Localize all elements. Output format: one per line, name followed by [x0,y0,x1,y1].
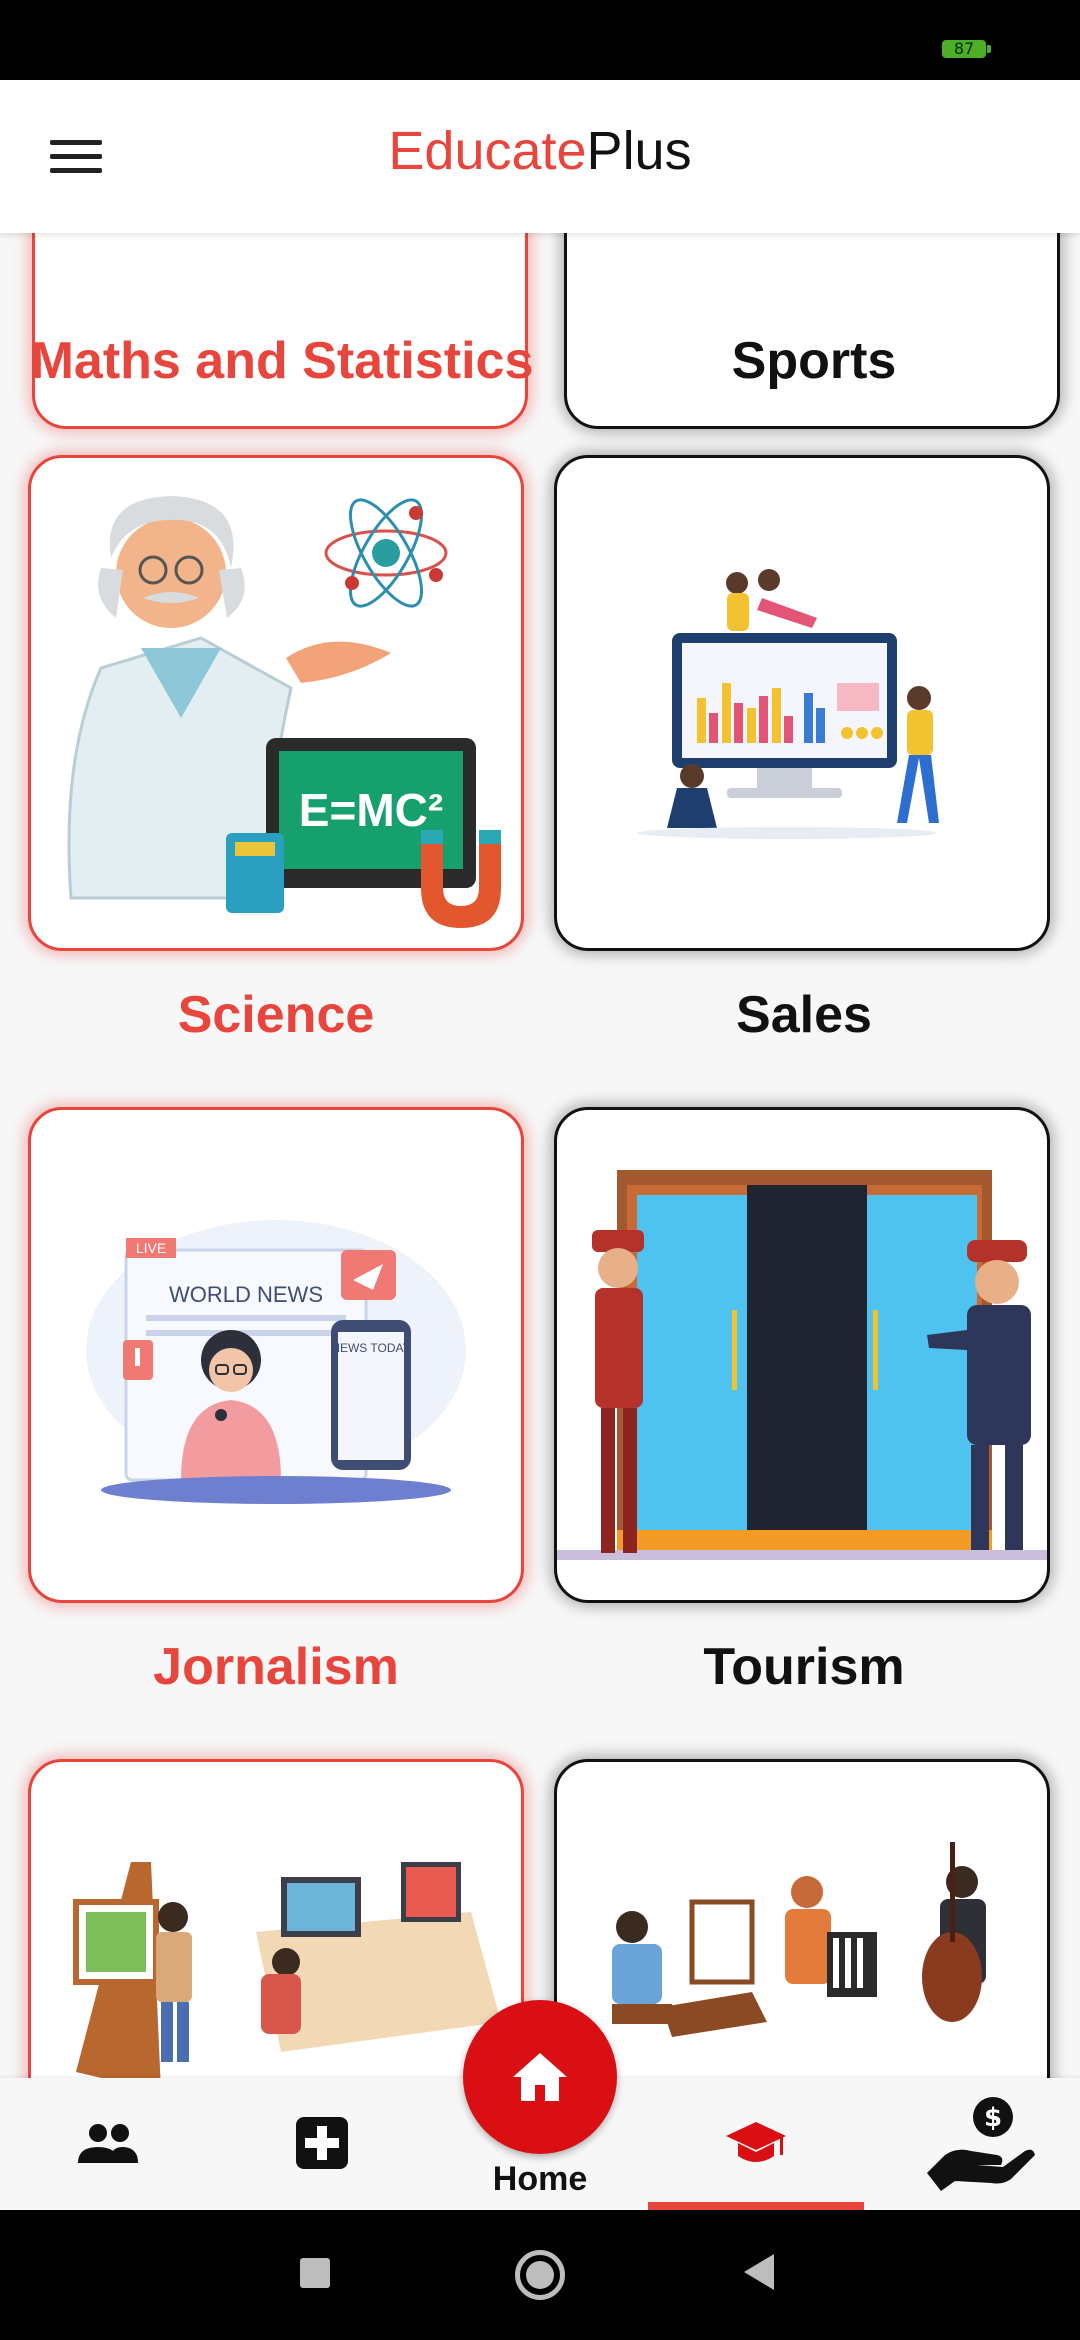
category-label-maths: Maths and Statistics [30,332,534,390]
category-label-sports: Sports [731,332,897,390]
app-bar: EducatePlus [0,80,1080,233]
medical-cross-icon[interactable] [262,2098,382,2188]
tourism-illustration [557,1170,1047,1560]
sales-illustration [637,569,939,839]
status-bar: 87 [0,0,1080,80]
home-button[interactable] [463,2000,617,2154]
back-button[interactable] [744,2254,774,2290]
category-label-sales: Sales [736,986,872,1044]
category-card-sales[interactable] [554,455,1050,951]
home-icon [513,2053,567,2101]
category-card-tourism[interactable] [554,1107,1050,1603]
medical-cross-glyph [296,2117,348,2169]
app-title-part2: Plus [586,121,692,181]
money-hand-glyph: $ [927,2097,1035,2191]
active-tab-indicator [648,2202,864,2210]
system-navigation-bar [0,2210,1080,2340]
music-illustration [612,1842,986,2037]
battery-icon: 87 [942,40,991,58]
graduation-cap-icon[interactable] [696,2098,816,2188]
category-label-jornalism: Jornalism [153,1638,399,1696]
formula-text: E=MC² [299,784,443,836]
live-badge-text: LIVE [136,1240,166,1256]
svg-text:$: $ [984,2103,1002,2133]
app-title: EducatePlus [0,120,1080,182]
category-card-science[interactable]: E=MC² [28,455,524,951]
category-card-arts[interactable] [28,1759,524,2078]
app-title-part1: Educate [388,121,587,181]
recents-button[interactable] [300,2258,330,2288]
journalism-illustration: LIVE WORLD NEWS NEWS TODAY [86,1220,466,1504]
news-today-text: NEWS TODAY [331,1341,410,1355]
art-studio-illustration [73,1862,501,2078]
category-label-tourism: Tourism [703,1638,905,1696]
category-card-jornalism[interactable]: LIVE WORLD NEWS NEWS TODAY [28,1107,524,1603]
scientist-illustration: E=MC² [67,496,501,928]
money-hand-icon[interactable]: $ [912,2097,1042,2191]
people-icon-glyph [78,2124,138,2163]
people-icon[interactable] [48,2098,168,2188]
graduation-cap-glyph [726,2122,786,2162]
home-label: Home [492,2160,588,2198]
category-card-music[interactable] [554,1759,1050,2078]
world-news-text: WORLD NEWS [169,1282,323,1307]
category-grid[interactable]: Maths and Statistics Sports E=MC² Scienc… [0,233,1080,2078]
system-home-button[interactable] [515,2250,565,2300]
category-label-science: Science [177,986,375,1044]
